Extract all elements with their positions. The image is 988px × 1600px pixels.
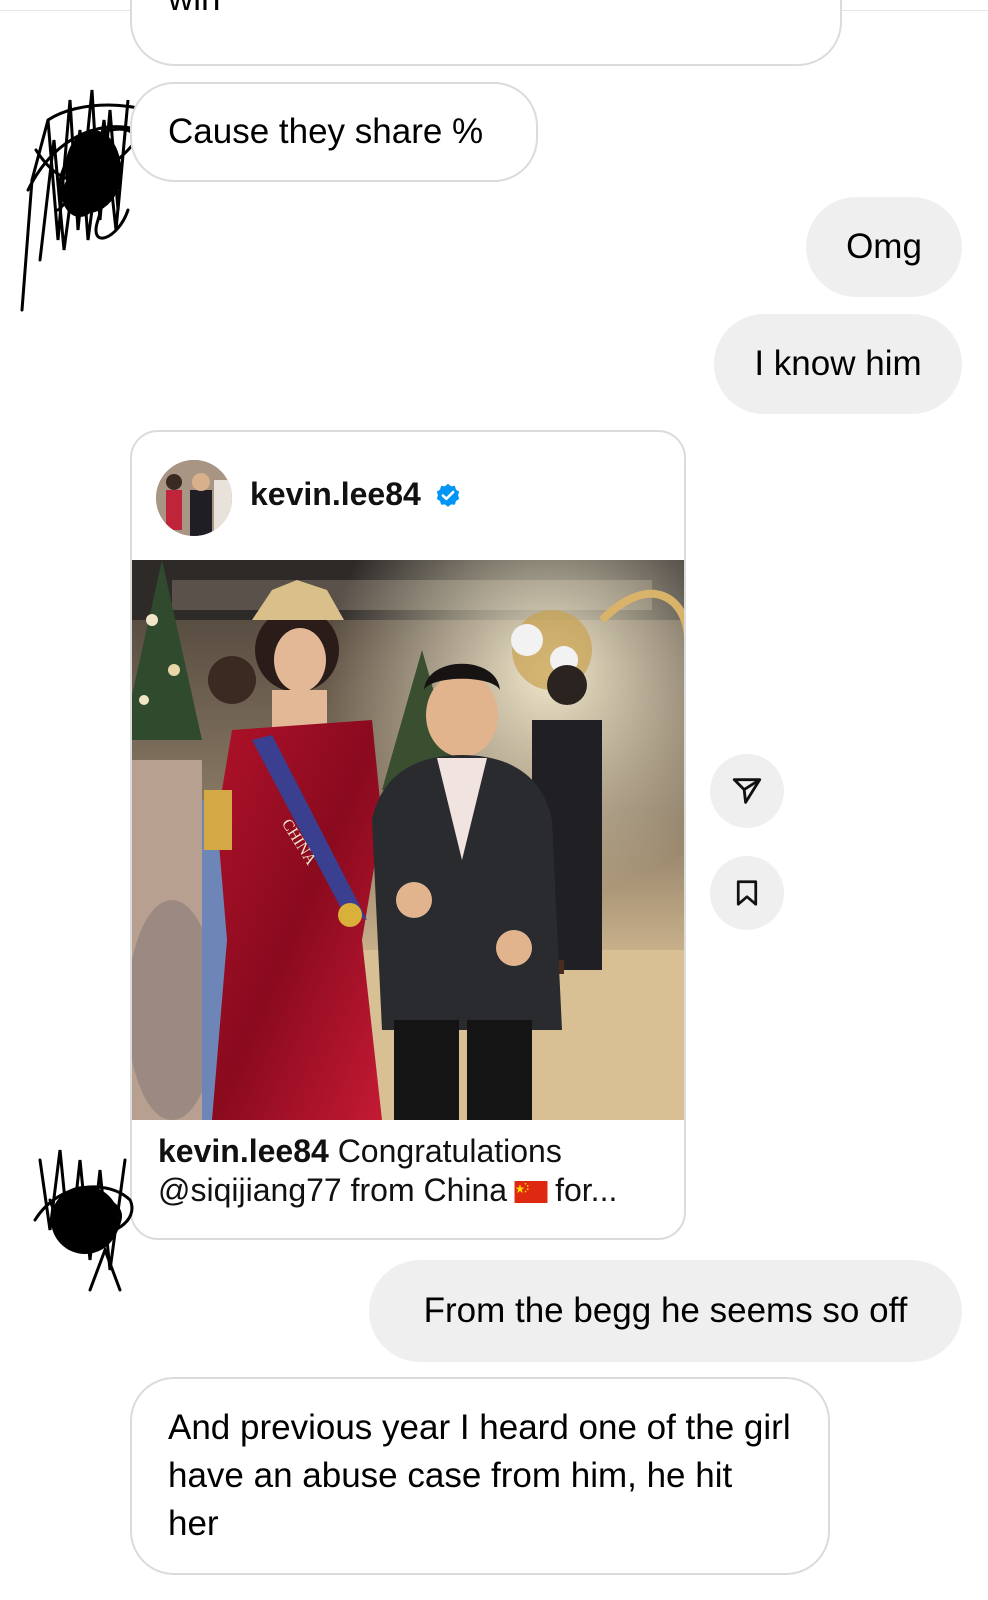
message-text: win	[168, 0, 221, 22]
incoming-message[interactable]: And previous year I heard one of the gir…	[130, 1377, 830, 1575]
post-header[interactable]: kevin.lee84	[132, 432, 684, 560]
message-text: From the begg he seems so off	[423, 1291, 908, 1331]
caption-mention[interactable]: @siqijiang77 from China	[158, 1172, 507, 1208]
message-text: Cause they share %	[168, 112, 484, 152]
post-caption[interactable]: kevin.lee84 Congratulations @siqijiang77…	[158, 1132, 658, 1210]
outgoing-message[interactable]: I know him	[714, 314, 962, 414]
share-button[interactable]	[710, 754, 784, 828]
shared-post-card[interactable]: kevin.lee84 CHINA kevin.lee84 Congratula…	[130, 430, 686, 1240]
message-text: And previous year I heard one of the gir…	[168, 1407, 791, 1544]
caption-more[interactable]: for...	[555, 1172, 617, 1208]
outgoing-message[interactable]: From the begg he seems so off	[369, 1260, 962, 1362]
verified-badge-icon	[436, 483, 460, 507]
caption-text: Congratulations	[337, 1133, 562, 1169]
post-photo[interactable]: CHINA	[132, 560, 686, 1120]
china-flag-icon	[514, 1181, 548, 1204]
bookmark-icon	[736, 880, 758, 906]
outgoing-message[interactable]: Omg	[806, 197, 962, 297]
redacted-avatar-scribble	[33, 1149, 134, 1292]
post-username[interactable]: kevin.lee84	[250, 476, 421, 513]
save-button[interactable]	[710, 856, 784, 930]
incoming-message[interactable]: Cause they share %	[130, 82, 538, 182]
message-text: I know him	[754, 344, 922, 384]
caption-username[interactable]: kevin.lee84	[158, 1133, 329, 1169]
incoming-message-partial[interactable]: win	[130, 0, 842, 66]
paper-plane-icon	[732, 778, 762, 804]
post-author-avatar[interactable]	[156, 460, 232, 536]
message-text: Omg	[846, 227, 922, 267]
